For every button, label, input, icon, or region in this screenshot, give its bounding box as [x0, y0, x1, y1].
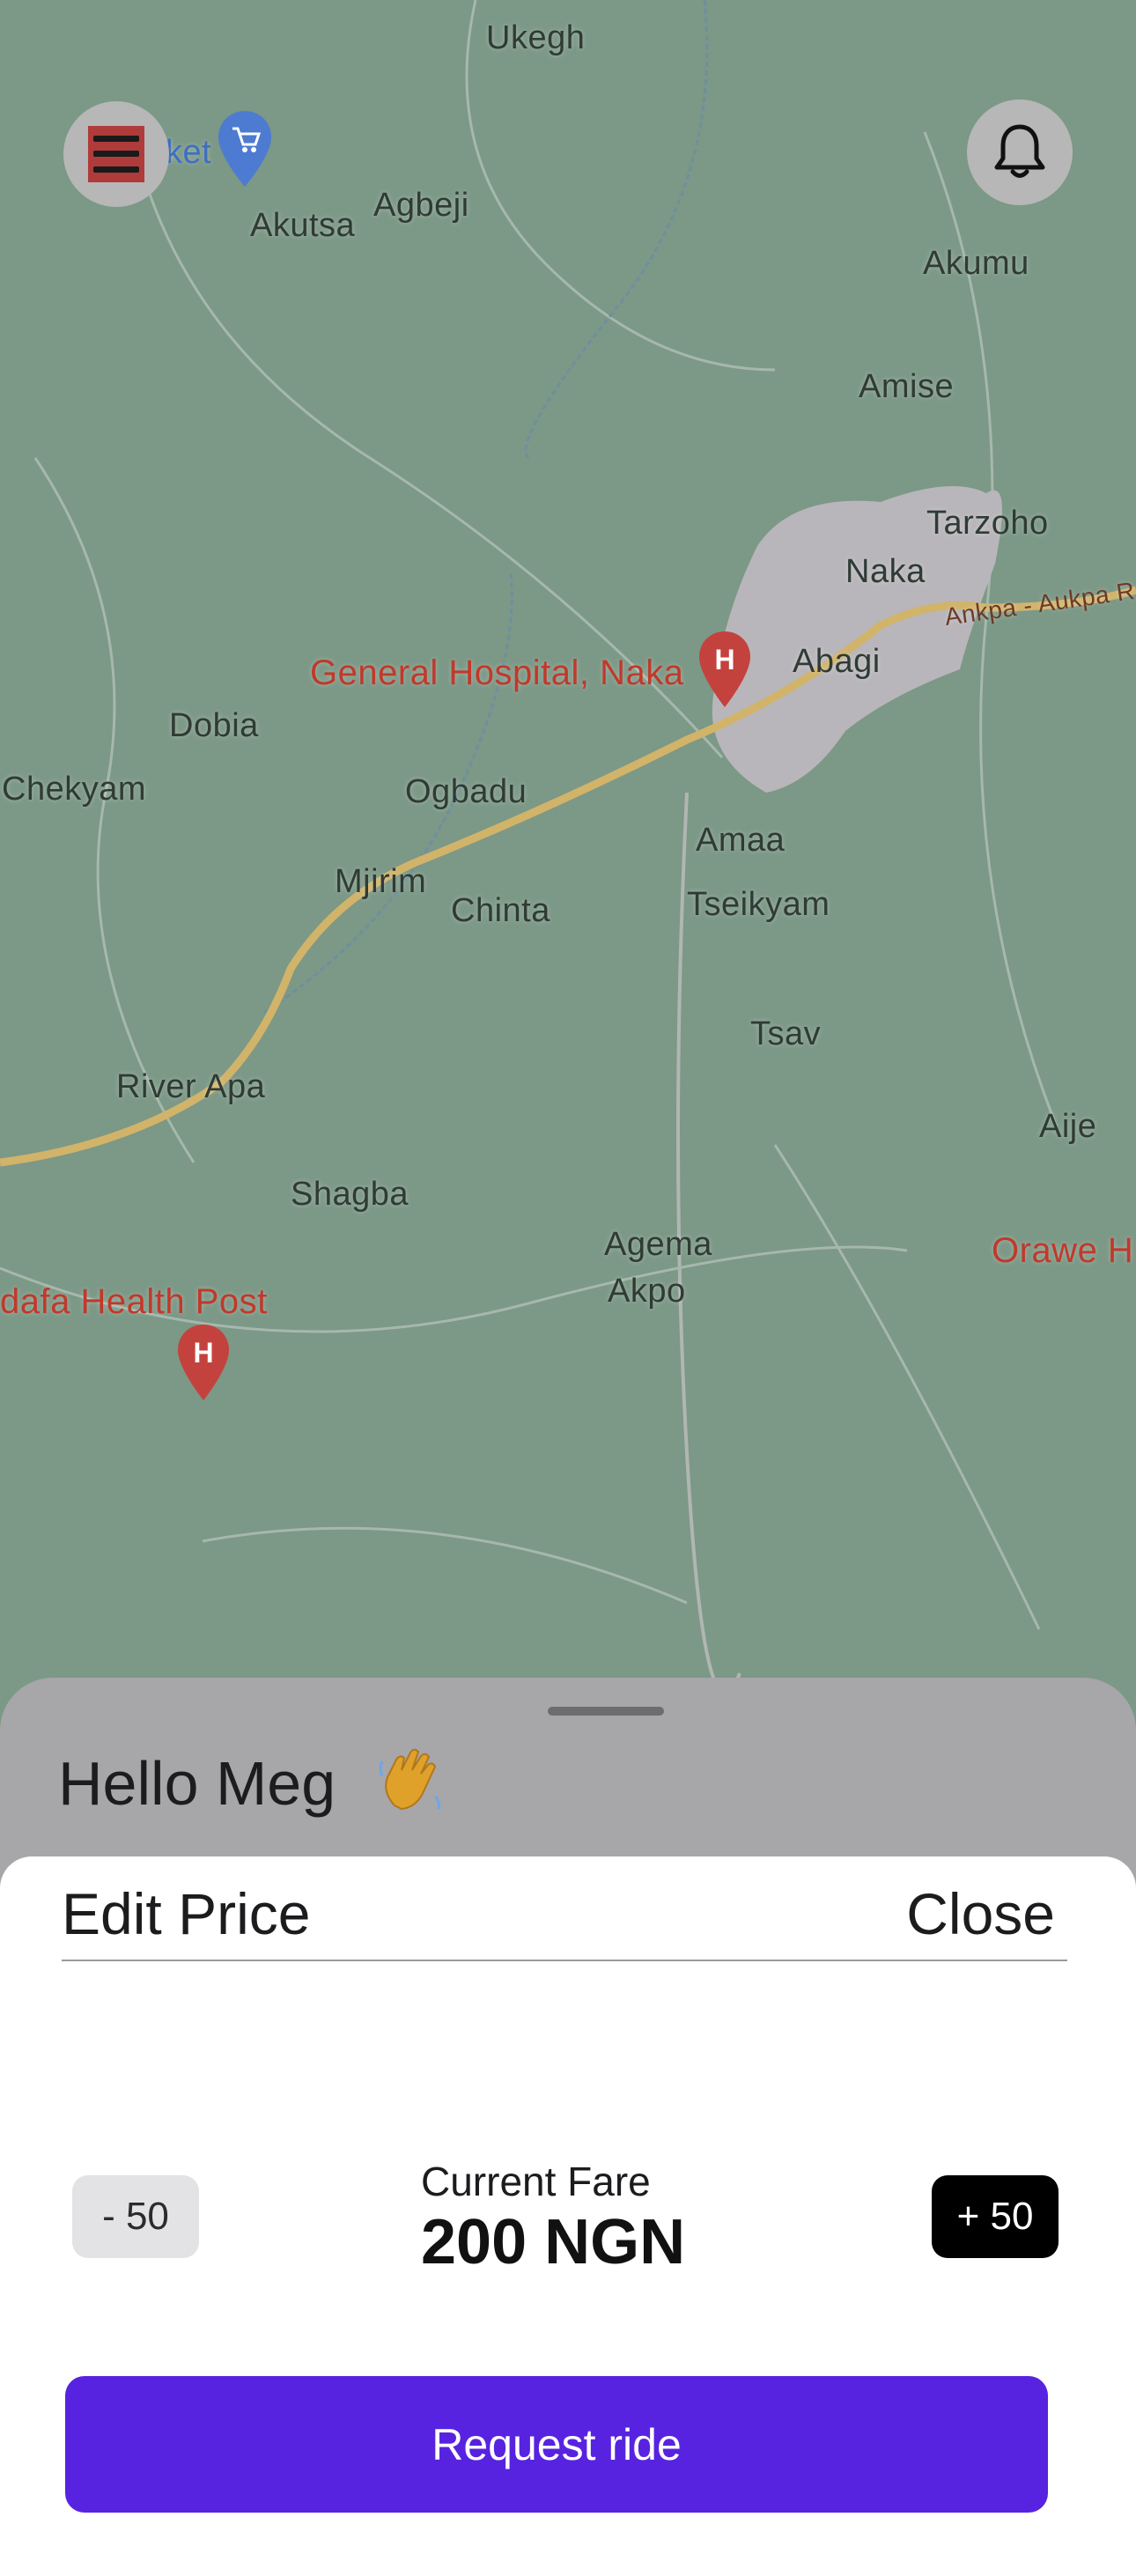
greeting-text: Hello Meg: [58, 1749, 336, 1818]
poi-label: Orawe H: [992, 1231, 1134, 1270]
place-label: Agema: [604, 1226, 712, 1263]
poi-label: dafa Health Post: [0, 1282, 268, 1321]
modal-title: Edit Price: [62, 1881, 311, 1946]
place-label: Abagi: [793, 643, 881, 680]
place-label: Akumu: [923, 245, 1029, 282]
place-label: Tsav: [750, 1015, 822, 1052]
place-label: Chinta: [451, 892, 550, 929]
poi-label: ket: [166, 134, 212, 171]
hospital-pin-icon[interactable]: H: [176, 1323, 231, 1404]
place-label: Tarzoho: [926, 505, 1049, 542]
current-fare-value: 200 NGN: [421, 2207, 686, 2277]
decrease-fare-button[interactable]: - 50: [72, 2175, 199, 2258]
menu-button[interactable]: [63, 101, 169, 207]
current-fare-label: Current Fare: [421, 2159, 651, 2204]
notifications-button[interactable]: [967, 100, 1073, 205]
divider: [62, 1960, 1067, 1961]
place-label: Ogbadu: [405, 773, 527, 810]
sheet-drag-handle[interactable]: [548, 1707, 664, 1716]
menu-icon: [88, 126, 144, 182]
waving-hand-icon: [379, 1748, 440, 1811]
place-label: Mjirim: [335, 863, 427, 900]
request-ride-button[interactable]: Request ride: [65, 2376, 1048, 2513]
increase-fare-button[interactable]: + 50: [932, 2175, 1059, 2258]
place-label: Akpo: [608, 1273, 686, 1310]
svg-text:H: H: [714, 644, 734, 675]
place-label: Ukegh: [486, 19, 586, 56]
place-label: Amaa: [696, 822, 786, 859]
place-label: Chekyam: [2, 771, 146, 808]
place-label: Tseikyam: [687, 886, 830, 923]
place-label: Amise: [859, 368, 955, 405]
bell-icon: [994, 124, 1045, 178]
place-label: Naka: [845, 553, 926, 590]
poi-label: General Hospital, Naka: [310, 653, 684, 692]
svg-text:H: H: [193, 1337, 213, 1369]
shopping-cart-pin-icon[interactable]: [217, 109, 273, 190]
hospital-pin-icon[interactable]: H: [697, 630, 752, 711]
close-button[interactable]: Close: [906, 1880, 1055, 1947]
place-label: River Apa: [116, 1068, 266, 1105]
place-label: Shagba: [291, 1176, 409, 1213]
place-label: Aije: [1039, 1108, 1097, 1145]
place-label: Agbeji: [373, 187, 469, 224]
place-label: Dobia: [169, 707, 259, 744]
place-label: Akutsa: [250, 207, 356, 244]
